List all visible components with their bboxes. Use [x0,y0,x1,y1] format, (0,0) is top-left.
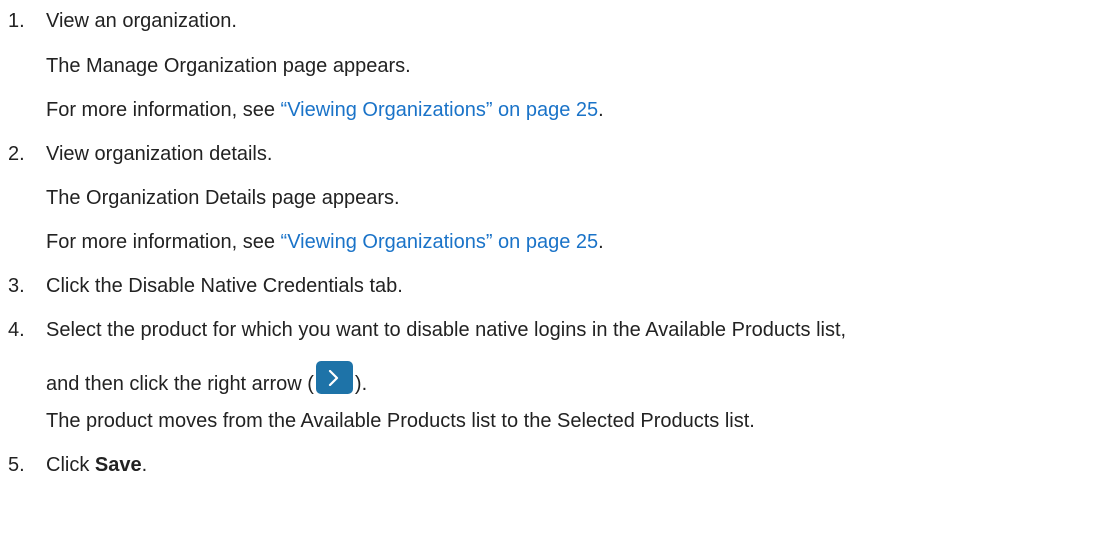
more-info-suffix: . [598,231,604,253]
step-instruction: Click Save. [46,453,147,477]
step-instruction: View an organization. [46,10,237,32]
step-number: 5. [8,454,25,476]
more-info-text: For more information, see “Viewing Organ… [46,98,604,122]
more-info-suffix: . [598,99,604,121]
step-number: 2. [8,143,25,165]
instruction-prefix: Click [46,454,95,476]
step-instruction: View organization details. [46,143,273,165]
viewing-organizations-link[interactable]: “Viewing Organizations” on page 25 [281,231,599,253]
save-label: Save [94,454,142,476]
more-info-prefix: For more information, see [46,99,281,121]
step-number: 3. [8,275,25,297]
step-instruction: Select the product for which you want to… [46,319,847,341]
step-number: 4. [8,319,25,341]
instruction-prefix: and then click the right arrow ( [46,372,314,395]
more-info-text: For more information, see “Viewing Organ… [46,230,604,254]
step-result: The product moves from the Available Pro… [46,410,755,432]
step-result: The Organization Details page appears. [46,187,400,209]
more-info-prefix: For more information, see [46,231,281,253]
instruction-suffix: . [141,454,148,476]
instruction-suffix: ). [354,372,368,395]
step-instruction: Click the Disable Native Credentials tab… [46,275,403,297]
step-number: 1. [8,10,25,32]
step-instruction-continued: and then click the right arrow (). [46,361,368,401]
chevron-right-icon [315,361,353,394]
viewing-organizations-link[interactable]: “Viewing Organizations” on page 25 [281,99,599,121]
step-result: The Manage Organization page appears. [46,55,411,77]
